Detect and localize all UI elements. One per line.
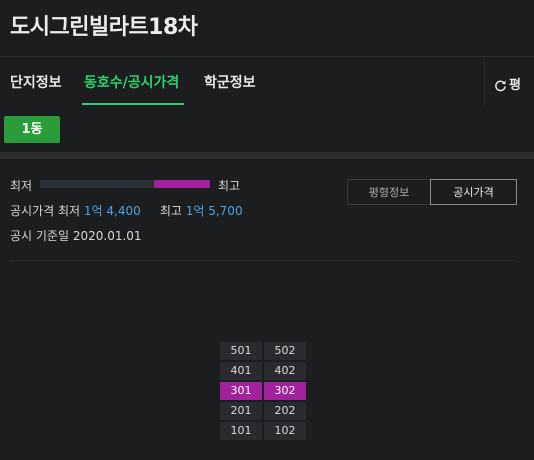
base-date-label: 공시 기준일	[10, 229, 70, 243]
unit-cell[interactable]: 402	[264, 362, 306, 380]
section-divider	[0, 152, 534, 159]
price-high-value: 1억 5,700	[185, 204, 243, 218]
range-highlight	[154, 180, 210, 188]
refresh-icon	[494, 79, 507, 96]
official-price-button[interactable]: 공시가격	[430, 179, 517, 205]
unit-cell[interactable]: 501	[220, 342, 262, 360]
page-title: 도시그린빌라트18차	[10, 15, 198, 40]
unit-cell[interactable]: 101	[220, 422, 262, 440]
base-date-value: 2020.01.01	[72, 229, 142, 243]
unit-cell[interactable]: 102	[264, 422, 306, 440]
pyeong-toggle-button[interactable]: 평	[494, 74, 521, 96]
price-prefix: 공시가격 최저	[10, 204, 81, 218]
unit-cell[interactable]: 302	[264, 382, 306, 400]
range-bar	[40, 180, 210, 188]
unit-cell[interactable]: 202	[264, 402, 306, 420]
divider	[10, 260, 516, 261]
price-high-label: 최고	[159, 204, 182, 218]
unit-cell[interactable]: 201	[220, 402, 262, 420]
page: 도시그린빌라트18차 단지정보 동호수/공시가격 학군정보 평 1동 최저 최고…	[0, 0, 534, 460]
active-tab-underline	[82, 103, 184, 105]
area-info-button[interactable]: 평형정보	[347, 179, 430, 205]
tab-school-info[interactable]: 학군정보	[204, 72, 256, 92]
pyeong-label: 평	[509, 78, 521, 93]
range-low-label: 최저	[10, 179, 33, 193]
price-low-value: 1억 4,400	[83, 204, 141, 218]
tab-bar: 단지정보 동호수/공시가격 학군정보 평	[0, 57, 534, 107]
divider	[484, 59, 485, 105]
range-high-label: 최고	[218, 179, 241, 193]
base-date: 공시 기준일 2020.01.01	[10, 227, 142, 244]
unit-cell[interactable]: 301	[220, 382, 262, 400]
price-info: 공시가격 최저 1억 4,400 최고 1억 5,700	[10, 202, 243, 219]
tab-unit-price[interactable]: 동호수/공시가격	[84, 72, 179, 92]
unit-cell[interactable]: 502	[264, 342, 306, 360]
dong-button[interactable]: 1동	[4, 116, 60, 143]
unit-cell[interactable]: 401	[220, 362, 262, 380]
tab-complex-info[interactable]: 단지정보	[10, 72, 62, 92]
